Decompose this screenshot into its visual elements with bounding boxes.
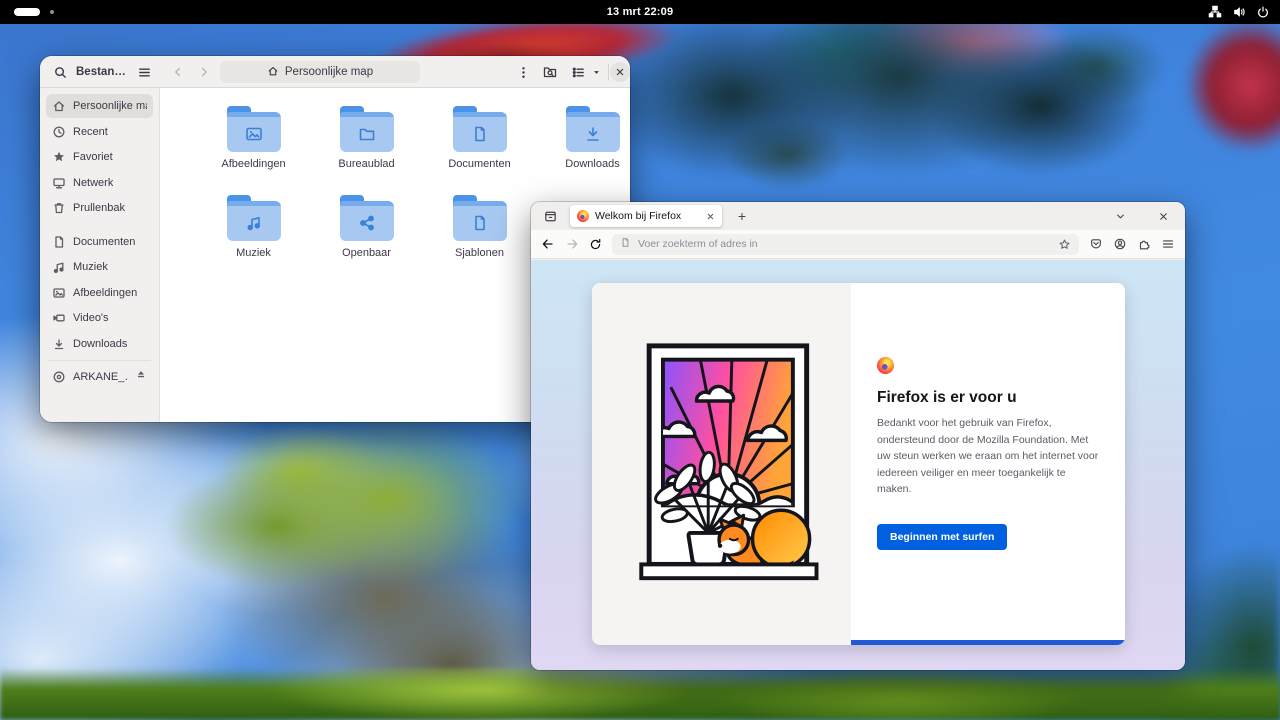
- app-menu-hamburger-icon[interactable]: [1161, 237, 1175, 251]
- volume-icon: [1232, 5, 1246, 19]
- clock-icon: [52, 125, 66, 139]
- public-folder-icon: [340, 195, 394, 241]
- folder-item-desktop[interactable]: Bureaublad: [310, 106, 423, 170]
- download-icon: [52, 337, 66, 351]
- sidebar-item-downloads[interactable]: Downloads: [46, 332, 153, 356]
- home-icon: [52, 99, 66, 113]
- firefox-nav-bar: Voer zoekterm of adres in: [531, 230, 1185, 259]
- video-icon: [52, 311, 66, 325]
- url-bar[interactable]: Voer zoekterm of adres in: [612, 234, 1079, 255]
- sidebar-item-music[interactable]: Muziek: [46, 255, 153, 279]
- documents-folder-icon: [453, 106, 507, 152]
- app-title: Bestan…: [76, 56, 126, 88]
- sidebar-separator: [48, 360, 151, 361]
- wallpaper-red-corner: [1185, 18, 1280, 153]
- extensions-icon[interactable]: [1137, 237, 1151, 251]
- power-icon: [1256, 5, 1270, 19]
- wallpaper-rocks: [620, 18, 1180, 213]
- firefox-logo-icon: [877, 357, 894, 374]
- firefox-logo-icon: [577, 210, 589, 222]
- sidebar-item-device[interactable]: ARKANE_…: [46, 365, 153, 389]
- search-button[interactable]: [50, 62, 70, 82]
- folder-item-templates[interactable]: Sjablonen: [423, 195, 536, 259]
- back-button[interactable]: [168, 62, 188, 82]
- firefox-window: Welkom bij Firefox + Voer zoekterm of ad…: [531, 202, 1185, 670]
- music-icon: [52, 260, 66, 274]
- star-icon: [52, 150, 66, 164]
- sidebar-item-pictures[interactable]: Afbeeldingen: [46, 281, 153, 305]
- welcome-card: Firefox is er voor u Bedankt voor het ge…: [592, 283, 1125, 645]
- forward-icon[interactable]: [565, 237, 579, 251]
- view-dropdown-caret-icon[interactable]: [588, 62, 604, 82]
- files-headerbar: Bestan… Persoonlijke map: [40, 56, 630, 88]
- pocket-icon[interactable]: [1089, 237, 1103, 251]
- header-divider: [608, 64, 609, 80]
- system-status-area[interactable]: [1208, 0, 1270, 24]
- hamburger-menu-icon[interactable]: [134, 62, 154, 82]
- search-folder-icon[interactable]: [540, 62, 560, 82]
- welcome-text-panel: Firefox is er voor u Bedankt voor het ge…: [851, 283, 1125, 645]
- new-tab-button[interactable]: +: [732, 208, 752, 224]
- fox-window-illustration: [612, 338, 832, 590]
- image-icon: [52, 286, 66, 300]
- sidebar-item-videos[interactable]: Video's: [46, 306, 153, 330]
- trash-icon: [52, 201, 66, 215]
- firefox-tab-bar: Welkom bij Firefox +: [531, 202, 1185, 230]
- network-icon: [1208, 5, 1222, 19]
- start-browsing-button[interactable]: Beginnen met surfen: [877, 524, 1007, 550]
- sidebar-item-documents[interactable]: Documenten: [46, 230, 153, 254]
- firefox-view-icon[interactable]: [543, 209, 558, 224]
- pictures-folder-icon: [227, 106, 281, 152]
- desktop-folder-icon: [340, 106, 394, 152]
- tab-title: Welkom bij Firefox: [595, 210, 700, 222]
- bookmark-star-icon[interactable]: [1058, 238, 1071, 251]
- desktop: 13 mrt 22:09 Bestan… Persoonlijk: [0, 0, 1280, 720]
- welcome-body-text: Bedankt voor het gebruik van Firefox, on…: [877, 415, 1099, 498]
- forward-button[interactable]: [194, 62, 214, 82]
- document-icon: [52, 235, 66, 249]
- reload-icon[interactable]: [589, 238, 602, 251]
- firefox-page-content: Firefox is er voor u Bedankt voor het ge…: [531, 260, 1185, 670]
- sidebar-item-recent[interactable]: Recent: [46, 120, 153, 144]
- folder-item-pictures[interactable]: Afbeeldingen: [197, 106, 310, 170]
- home-icon: [267, 65, 279, 80]
- wallpaper-green-bottom: [0, 668, 1280, 720]
- sidebar-item-trash[interactable]: Prullenbak: [46, 196, 153, 220]
- sidebar-item-network[interactable]: Netwerk: [46, 171, 153, 195]
- folder-item-documents[interactable]: Documenten: [423, 106, 536, 170]
- account-icon[interactable]: [1113, 237, 1127, 251]
- network-icon: [52, 176, 66, 190]
- gnome-top-bar: 13 mrt 22:09: [0, 0, 1280, 24]
- window-close-button[interactable]: [610, 62, 630, 82]
- page-icon: [620, 235, 631, 253]
- downloads-folder-icon: [566, 106, 620, 152]
- window-close-icon[interactable]: [1158, 211, 1169, 222]
- path-bar-button[interactable]: Persoonlijke map: [220, 61, 420, 83]
- path-label: Persoonlijke map: [285, 66, 373, 78]
- files-sidebar: Persoonlijke map Recent Favoriet Netwerk…: [40, 88, 160, 422]
- url-placeholder: Voer zoekterm of adres in: [638, 238, 1051, 250]
- tab-list-chevron-icon[interactable]: [1115, 211, 1126, 222]
- tab-close-icon[interactable]: [706, 212, 715, 221]
- disc-icon: [52, 370, 66, 384]
- eject-icon[interactable]: [135, 368, 147, 386]
- music-folder-icon: [227, 195, 281, 241]
- list-view-icon[interactable]: [568, 62, 588, 82]
- back-icon[interactable]: [541, 237, 555, 251]
- templates-folder-icon: [453, 195, 507, 241]
- clock[interactable]: 13 mrt 22:09: [0, 6, 1280, 18]
- folder-item-public[interactable]: Openbaar: [310, 195, 423, 259]
- welcome-heading: Firefox is er voor u: [877, 389, 1099, 407]
- folder-item-downloads[interactable]: Downloads: [536, 106, 630, 170]
- welcome-illustration-panel: [592, 283, 851, 645]
- kebab-menu-icon[interactable]: [513, 62, 533, 82]
- folder-item-music[interactable]: Muziek: [197, 195, 310, 259]
- active-tab[interactable]: Welkom bij Firefox: [570, 205, 722, 227]
- sidebar-item-home[interactable]: Persoonlijke map: [46, 94, 153, 118]
- sidebar-item-starred[interactable]: Favoriet: [46, 145, 153, 169]
